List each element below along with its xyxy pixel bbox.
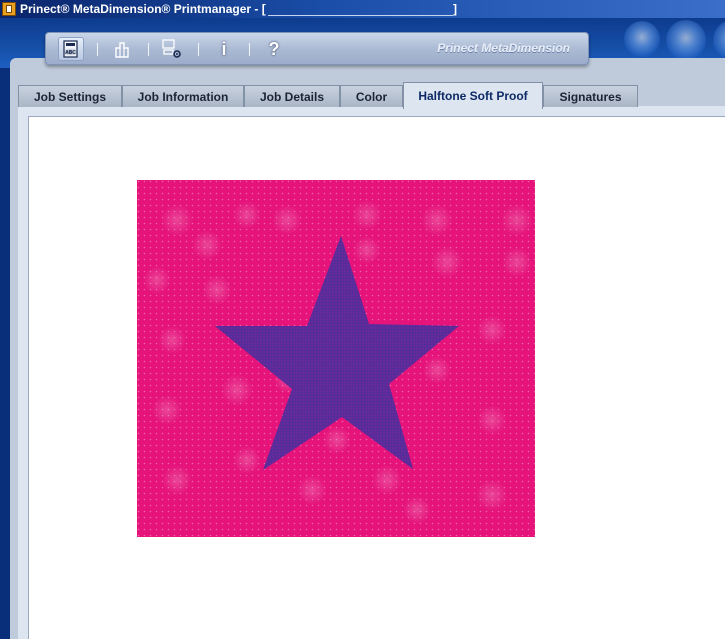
tab-signatures[interactable]: Signatures — [543, 85, 638, 107]
job-document-icon[interactable]: ABC — [58, 37, 84, 61]
toolbar-separator — [249, 43, 250, 56]
tab-halftone-soft-proof[interactable]: Halftone Soft Proof — [403, 82, 543, 109]
tab-job-settings[interactable]: Job Settings — [18, 85, 122, 107]
title-bar: Prinect® MetaDimension® Printmanager - [… — [0, 0, 725, 18]
tab-job-information[interactable]: Job Information — [122, 85, 244, 107]
halftone-proof-image — [137, 180, 535, 537]
tab-color[interactable]: Color — [340, 85, 403, 107]
close-orb-icon[interactable] — [713, 20, 725, 60]
halftone-star-graphic — [137, 180, 535, 537]
toolbar: ABC i ? Prinect MetaDimension — [45, 32, 589, 65]
toolbar-separator — [198, 43, 199, 56]
minimize-orb-icon[interactable] — [624, 21, 660, 57]
job-name-field — [268, 3, 453, 16]
app-icon[interactable] — [2, 2, 16, 16]
window-title: Prinect® MetaDimension® Printmanager - [ — [20, 2, 266, 16]
help-icon[interactable]: ? — [261, 37, 287, 61]
brand-logo: Prinect MetaDimension — [437, 41, 570, 55]
refresh-orb-icon[interactable] — [666, 20, 706, 60]
svg-text:ABC: ABC — [65, 50, 76, 56]
computer-settings-icon[interactable] — [159, 37, 185, 61]
info-icon[interactable]: i — [211, 37, 237, 61]
toolbar-separator — [148, 43, 149, 56]
window-title-suffix: ] — [453, 2, 457, 16]
columns-icon[interactable] — [109, 37, 135, 61]
tab-job-details[interactable]: Job Details — [244, 85, 340, 107]
toolbar-separator — [97, 43, 98, 56]
